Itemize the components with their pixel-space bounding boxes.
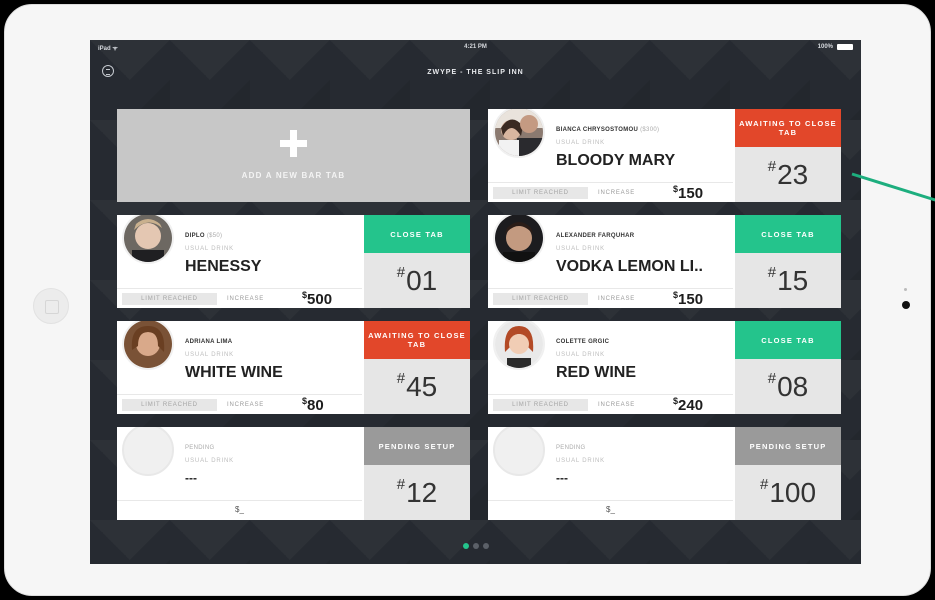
usual-drink-label: USUAL DRINK [185,352,234,358]
bar-tab-card[interactable]: DIPLO ($50) USUAL DRINK HENESSY LIMIT RE… [117,215,470,308]
avatar-placeholder [122,427,174,476]
card-footer: LIMIT REACHED INCREASE $80 [117,394,362,414]
amount-placeholder: $_ [606,505,615,514]
annotation-arrow [851,172,935,202]
add-bar-tab-button[interactable]: ADD A NEW BAR TAB [117,109,470,202]
usual-drink-label: USUAL DRINK [556,458,605,464]
usual-drink-label: USUAL DRINK [556,246,605,252]
limit-reached-badge: LIMIT REACHED [122,293,217,305]
pending-setup-button[interactable]: PENDING SETUP [364,427,470,465]
tab-amount: $150 [673,290,704,308]
increase-button[interactable]: INCREASE [598,399,635,411]
pending-setup-button[interactable]: PENDING SETUP [735,427,841,465]
plus-icon [277,127,310,160]
usual-drink-label: USUAL DRINK [185,246,234,252]
drink-name: HENESSY [185,258,262,275]
camera-icon [902,301,910,309]
bar-tab-card[interactable]: BIANCA CHRYSOSTOMOU ($300) USUAL DRINK B… [488,109,841,202]
drink-name: WHITE WINE [185,364,283,381]
usual-drink-label: USUAL DRINK [556,140,605,146]
tab-number: #100 [735,465,841,520]
page-dot-active[interactable] [462,543,469,549]
increase-button[interactable]: INCREASE [227,293,264,305]
customer-name: ALEXANDER FARQUHAR [556,233,635,239]
limit-reached-badge: LIMIT REACHED [493,293,588,305]
avatar-placeholder [493,427,545,476]
tab-number: #08 [735,359,841,414]
page-dot[interactable] [482,543,489,549]
bar-tab-card[interactable]: COLETTE GRGIC USUAL DRINK RED WINE LIMIT… [488,321,841,414]
card-footer: LIMIT REACHED INCREASE $150 [488,182,733,202]
tab-number: #15 [735,253,841,308]
tab-amount: $150 [673,184,704,202]
drink-name: --- [185,471,197,485]
awaiting-close-tab-button[interactable]: AWAITING TO CLOSE TAB [364,321,470,359]
status-bar: iPad ᯤ 4:21 PM 100% [90,40,861,54]
home-button[interactable] [33,288,69,324]
card-footer: LIMIT REACHED INCREASE $240 [488,394,733,414]
close-tab-button[interactable]: CLOSE TAB [735,215,841,253]
customer-name: COLETTE GRGIC [556,339,610,345]
usual-drink-label: USUAL DRINK [556,352,605,358]
page-indicator[interactable] [90,543,861,549]
avatar [493,215,545,264]
drink-name: BLOODY MARY [556,152,676,169]
customer-name: BIANCA CHRYSOSTOMOU ($300) [556,127,660,133]
add-bar-tab-label: ADD A NEW BAR TAB [241,171,346,180]
usual-drink-label: USUAL DRINK [185,458,234,464]
bar-tab-card[interactable]: ALEXANDER FARQUHAR USUAL DRINK VODKA LEM… [488,215,841,308]
close-tab-button[interactable]: CLOSE TAB [364,215,470,253]
limit-reached-badge: LIMIT REACHED [493,187,588,199]
customer-name: DIPLO ($50) [185,233,223,239]
battery-icon [837,44,853,50]
bar-tab-card[interactable]: ADRIANA LIMA USUAL DRINK WHITE WINE LIMI… [117,321,470,414]
close-tab-button[interactable]: CLOSE TAB [735,321,841,359]
nav-bar: ZWYPE - THE SLIP INN [90,54,861,94]
avatar [493,321,545,370]
card-footer: $_ [117,500,362,520]
tab-number: #01 [364,253,470,308]
tab-number: #12 [364,465,470,520]
tab-amount: $500 [302,290,333,308]
avatar [122,321,174,370]
pending-tab-card[interactable]: PENDING USUAL DRINK --- $_ PENDING SETUP… [117,427,470,520]
status-time: 4:21 PM [464,44,487,50]
customer-name: PENDING [556,445,586,451]
tab-number: #23 [735,147,841,202]
page-title: ZWYPE - THE SLIP INN [427,69,524,76]
limit-reached-badge: LIMIT REACHED [122,399,217,411]
drink-name: RED WINE [556,364,636,381]
app-screen: iPad ᯤ 4:21 PM 100% ZWYPE - THE SLIP INN… [90,40,861,564]
avatar [122,215,174,264]
avatar [493,109,545,158]
increase-button[interactable]: INCREASE [598,293,635,305]
card-footer: LIMIT REACHED INCREASE $150 [488,288,733,308]
card-footer: $_ [488,500,733,520]
customer-name: PENDING [185,445,215,451]
increase-button[interactable]: INCREASE [598,187,635,199]
drink-name: VODKA LEMON LI.. [556,258,703,275]
battery-status: 100% [818,44,853,50]
ambient-sensor [904,288,907,291]
tab-amount: $80 [302,396,324,414]
battery-percent: 100% [817,44,833,50]
tab-amount: $240 [673,396,704,414]
card-footer: LIMIT REACHED INCREASE $500 [117,288,362,308]
amount-placeholder: $_ [235,505,244,514]
pending-tab-card[interactable]: PENDING USUAL DRINK --- $_ PENDING SETUP… [488,427,841,520]
tab-number: #45 [364,359,470,414]
customer-name: ADRIANA LIMA [185,339,233,345]
increase-button[interactable]: INCREASE [227,399,264,411]
limit-reached-badge: LIMIT REACHED [493,399,588,411]
drink-name: --- [556,471,568,485]
page-dot[interactable] [472,543,479,549]
awaiting-close-tab-button[interactable]: AWAITING TO CLOSE TAB [735,109,841,147]
